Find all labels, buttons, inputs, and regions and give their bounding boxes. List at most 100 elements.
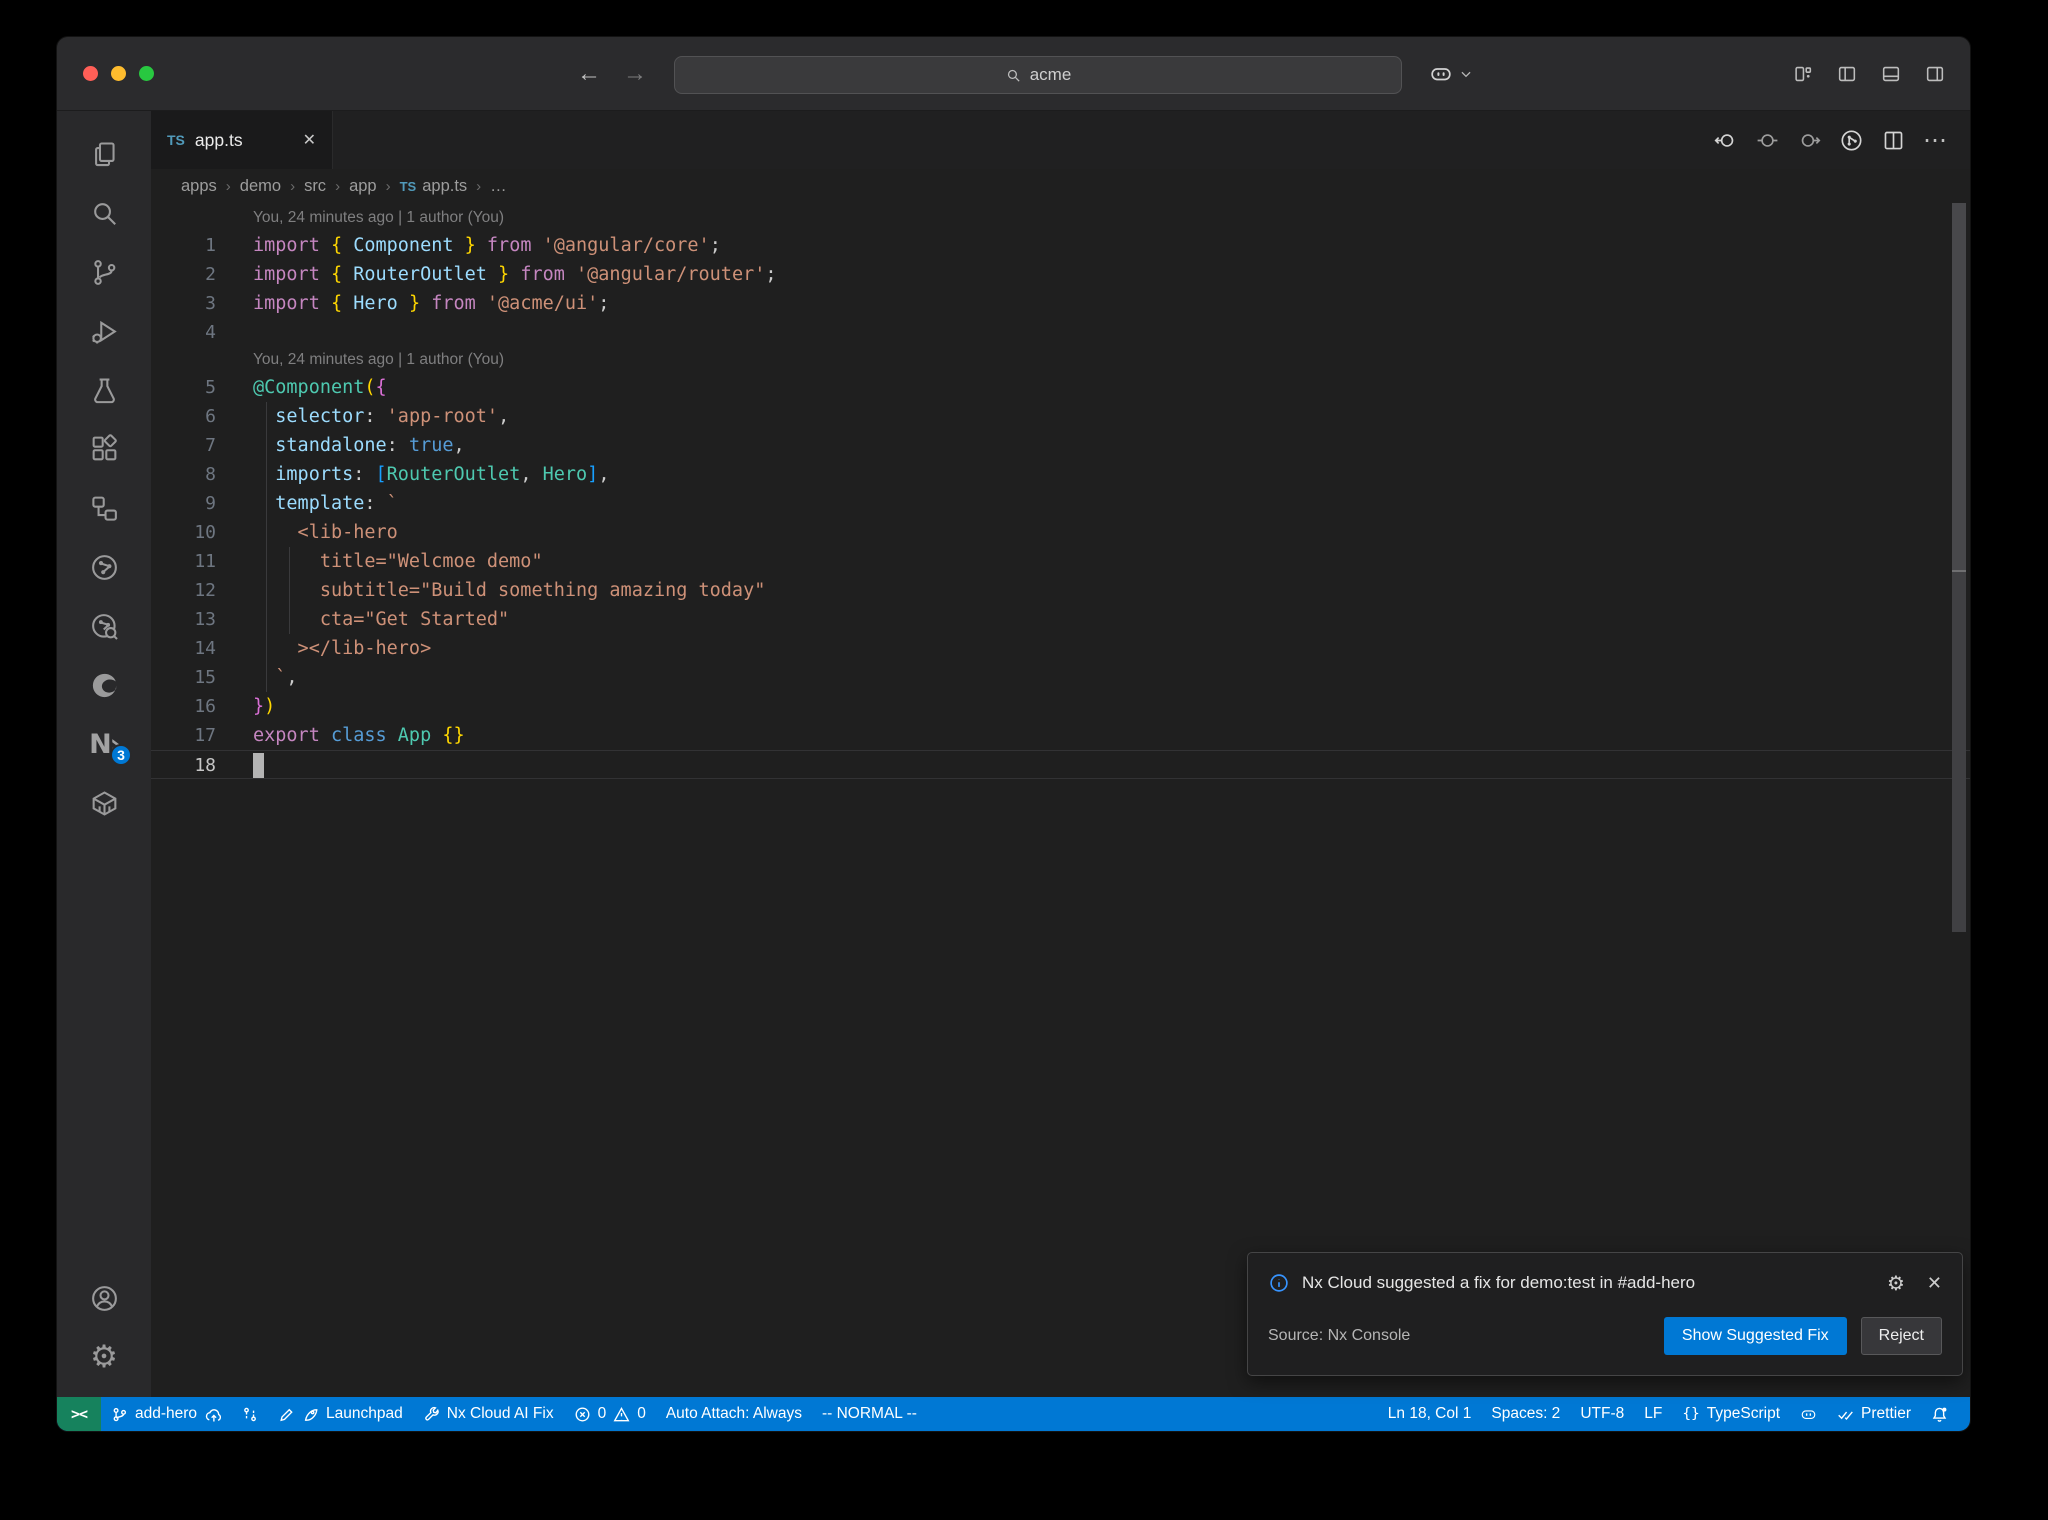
toggle-panel-icon[interactable] [1880,63,1902,85]
code-line-13[interactable]: 13 cta="Get Started" [151,605,1970,634]
activity-bar-item-search[interactable] [57,184,151,243]
activity-bar-item-extensions[interactable] [57,420,151,479]
next-change-icon[interactable] [1797,128,1822,153]
copilot-status-item[interactable] [1790,1397,1827,1431]
breadcrumb-item-app[interactable]: app [349,177,377,196]
launchpad-item[interactable]: Launchpad [268,1397,413,1431]
code-line-4[interactable]: 4 [151,318,1970,347]
customize-layout-icon[interactable] [1792,63,1814,85]
code-line-18[interactable]: 18 [151,750,1970,779]
activity-bar-item-explorer[interactable] [57,125,151,184]
blame-annotation[interactable]: You, 24 minutes ago | 1 author (You) [151,347,1970,373]
code-line-1[interactable]: 1 import { Component } from '@angular/cor… [151,231,1970,260]
editor-scrollbar[interactable] [1948,203,1970,1397]
encoding-item[interactable]: UTF-8 [1570,1397,1634,1431]
code-line-11[interactable]: 11 title="Welcmoe demo" [151,547,1970,576]
activity-bar-item-source-control[interactable] [57,243,151,302]
eol-item[interactable]: LF [1634,1397,1672,1431]
notification-close-icon[interactable]: ✕ [1927,1273,1942,1294]
error-icon [574,1406,591,1423]
breadcrumb-separator: › [476,177,482,195]
nx-cloud-ai-fix-item[interactable]: Nx Cloud AI Fix [413,1397,564,1431]
scrollbar-slider[interactable] [1952,203,1966,571]
code-line-8[interactable]: 8 imports: [RouterOutlet, Hero], [151,460,1970,489]
code-line-5[interactable]: 5 @Component({ [151,373,1970,402]
code-line-3[interactable]: 3 import { Hero } from '@acme/ui'; [151,289,1970,318]
activity-bar-item-nx-console[interactable]: N› 3 [57,715,151,774]
commit-graph-icon[interactable] [1839,128,1864,153]
breadcrumb: apps › demo › src › app › TS app.ts ›… [151,169,1970,203]
remote-indicator[interactable]: >< [57,1397,101,1431]
close-tab-icon[interactable]: ✕ [303,130,316,150]
zoom-window-button[interactable] [139,66,154,81]
show-suggested-fix-button[interactable]: Show Suggested Fix [1663,1317,1847,1355]
activity-bar-item-project-structure[interactable] [57,479,151,538]
activity-bar-item-run-and-debug[interactable] [57,302,151,361]
tab-label: app.ts [194,129,243,150]
previous-change-icon[interactable] [1713,128,1738,153]
activity-bar-item-commit-graph[interactable] [57,538,151,597]
code-line-17[interactable]: 17 export class App {} [151,721,1970,750]
toggle-secondary-sidebar-icon[interactable] [1924,63,1946,85]
copilot-menu[interactable] [1429,37,1473,110]
activity-bar-item-graph-search[interactable] [57,597,151,656]
activity-bar: N› 3 ⚙ [57,111,151,1397]
toggle-primary-sidebar-icon[interactable] [1836,63,1858,85]
code-line-15[interactable]: 15 `, [151,663,1970,692]
cursor-position-item[interactable]: Ln 18, Col 1 [1378,1397,1482,1431]
prettier-item[interactable]: Prettier [1827,1397,1921,1431]
code-line-12[interactable]: 12 subtitle="Build something amazing tod… [151,576,1970,605]
breadcrumb-item-demo[interactable]: demo [240,177,281,196]
tab-app-ts[interactable]: TS app.ts ✕ [151,111,333,169]
rocket-icon [302,1406,319,1423]
typescript-file-icon: TS [167,132,185,148]
blame-annotation[interactable]: You, 24 minutes ago | 1 author (You) [151,205,1970,231]
back-button[interactable]: ← [577,60,601,88]
notification-settings-gear-icon[interactable]: ⚙ [1887,1271,1905,1295]
forward-button[interactable]: → [623,60,647,88]
code-line-6[interactable]: 6 selector: 'app-root', [151,402,1970,431]
container-icon [89,788,120,819]
minimize-window-button[interactable] [111,66,126,81]
more-actions-icon[interactable]: ⋯ [1923,126,1948,155]
reject-button[interactable]: Reject [1860,1317,1942,1355]
wrench-icon [423,1406,440,1423]
activity-bar-item-containers[interactable] [57,774,151,833]
code-line-10[interactable]: 10 <lib-hero [151,518,1970,547]
language-item[interactable]: {} TypeScript [1672,1397,1790,1431]
breadcrumb-item-src[interactable]: src [304,177,326,196]
activity-bar-item-accounts[interactable] [57,1269,151,1328]
scrollbar-slider-lower[interactable] [1952,572,1966,932]
code-line-2[interactable]: 2 import { RouterOutlet } from '@angular/… [151,260,1970,289]
breadcrumb-item-[interactable]: … [490,177,507,196]
split-editor-icon[interactable] [1881,128,1906,153]
code-editor[interactable]: You, 24 minutes ago | 1 author (You) 1 imp… [151,203,1970,1397]
git-branch-item[interactable]: add-hero [101,1397,231,1431]
code-line-14[interactable]: 14 ></lib-hero> [151,634,1970,663]
command-center-search[interactable]: acme [674,56,1402,94]
notifications-bell-item[interactable] [1921,1397,1958,1431]
activity-bar-item-settings[interactable]: ⚙ [57,1328,151,1387]
auto-attach-item[interactable]: Auto Attach: Always [656,1397,812,1431]
code-line-16[interactable]: 16}) [151,692,1970,721]
breadcrumb-item-apps[interactable]: apps [181,177,217,196]
activity-bar-item-edge-browser[interactable] [57,656,151,715]
activity-bar-item-testing[interactable] [57,361,151,420]
breadcrumb-item-appts[interactable]: TS app.ts [400,177,468,196]
git-compare-item[interactable] [231,1397,268,1431]
close-window-button[interactable] [83,66,98,81]
source-control-icon [89,257,120,288]
indentation-item[interactable]: Spaces: 2 [1481,1397,1570,1431]
problems-item[interactable]: 00 [564,1397,656,1431]
code-line-9[interactable]: 9 template: ` [151,489,1970,518]
remote-icon: >< [70,1405,88,1423]
change-icon[interactable] [1755,128,1780,153]
notification-toast: Nx Cloud suggested a fix for demo:test i… [1247,1252,1963,1376]
line-content: cta="Get Started" [253,609,510,630]
titlebar: ← → acme [57,37,1970,111]
braces-icon: {} [1682,1406,1700,1422]
line-content: ></lib-hero> [253,638,432,659]
code-line-7[interactable]: 7 standalone: true, [151,431,1970,460]
breadcrumb-label: … [490,176,507,195]
vim-mode-item[interactable]: -- NORMAL -- [812,1397,927,1431]
